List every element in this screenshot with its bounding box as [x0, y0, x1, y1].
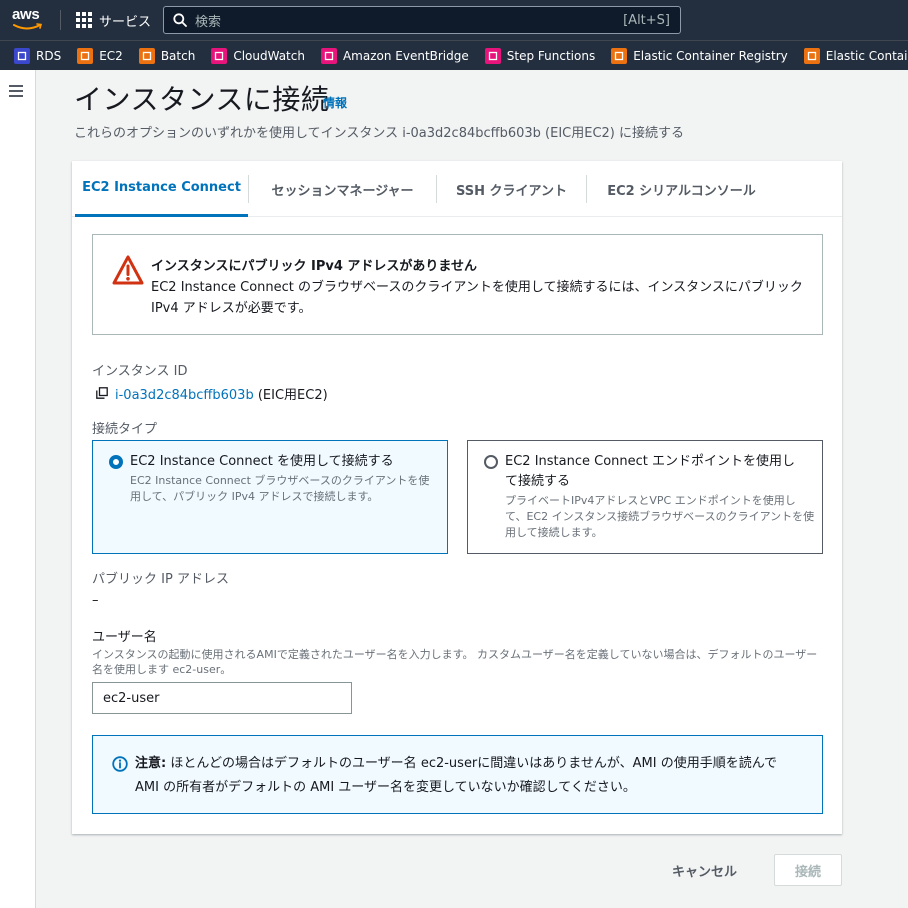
- radio-button-unselected[interactable]: [484, 455, 498, 469]
- ec2-icon: [77, 47, 94, 64]
- favorite-label: EC2: [99, 48, 123, 63]
- instance-name: (EIC用EC2): [253, 388, 328, 403]
- favorites-bar: RDS EC2 Batch CloudWatch Amazon EventBridge S…: [0, 40, 908, 70]
- warning-title: インスタンスにパブリック IPv4 アドレスがありません: [151, 259, 478, 274]
- services-label: サービス: [99, 14, 152, 30]
- page-subtitle: これらのオプションのいずれかを使用してインスタンス i-0a3d2c84bcff…: [74, 126, 685, 141]
- grid-icon: [76, 12, 92, 28]
- top-navigation: aws サービス 検索 [Alt+S]: [0, 0, 908, 40]
- favorite-step-functions[interactable]: Step Functions: [484, 47, 596, 64]
- batch-icon: [138, 47, 155, 64]
- favorite-label: RDS: [36, 48, 62, 63]
- step-functions-icon: [484, 47, 501, 64]
- aws-logo-text: aws: [12, 6, 40, 23]
- username-help-text: インスタンスの起動に使用されるAMIで定義されたユーザー名を入力します。 カスタ…: [92, 648, 818, 676]
- aws-logo[interactable]: aws: [12, 6, 48, 34]
- tab-ec2-instance-connect[interactable]: EC2 Instance Connect: [75, 161, 248, 217]
- public-ip-value: –: [92, 593, 99, 608]
- note-prefix: 注意:: [135, 756, 167, 771]
- warning-message: EC2 Instance Connect のブラウザベースのクライアントを使用し…: [151, 280, 803, 316]
- option-description: EC2 Instance Connect ブラウザベースのクライアントを使用して…: [130, 474, 430, 503]
- favorite-cloudwatch[interactable]: CloudWatch: [211, 47, 305, 64]
- favorite-ecr[interactable]: Elastic Container Registry: [611, 47, 788, 64]
- info-link[interactable]: 情報: [323, 94, 347, 111]
- eventbridge-icon: [320, 47, 337, 64]
- tab-ec2-serial-console[interactable]: EC2 シリアルコンソール: [587, 161, 776, 217]
- cloudwatch-icon: [211, 47, 228, 64]
- favorite-label: Step Functions: [506, 48, 596, 63]
- connection-option-eic-endpoint[interactable]: EC2 Instance Connect エンドポイントを使用して接続する プラ…: [467, 440, 823, 554]
- info-icon: [112, 756, 128, 772]
- favorite-rds[interactable]: RDS: [14, 47, 62, 64]
- warning-icon: [112, 255, 144, 285]
- note-body: ほとんどの場合はデフォルトのユーザー名 ec2-userに間違いはありませんが、…: [135, 756, 778, 795]
- cancel-button[interactable]: キャンセル: [672, 855, 737, 885]
- ecr-icon: [611, 47, 628, 64]
- no-public-ip-warning: インスタンスにパブリック IPv4 アドレスがありません EC2 Instanc…: [92, 234, 823, 335]
- option-description: プライベートIPv4アドレスとVPC エンドポイントを使用して、EC2 インスタ…: [505, 494, 815, 539]
- favorite-batch[interactable]: Batch: [138, 47, 196, 64]
- side-navigation-collapsed: [0, 70, 36, 908]
- radio-button-selected[interactable]: [109, 455, 123, 469]
- ecs-icon: [803, 47, 820, 64]
- page-title: インスタンスに接続: [74, 83, 330, 116]
- instance-id-link[interactable]: i-0a3d2c84bcffb603b: [115, 388, 254, 403]
- connect-panel: EC2 Instance Connect セッションマネージャー SSH クライ…: [72, 161, 842, 834]
- aws-smile-icon: [13, 23, 43, 30]
- search-icon: [173, 13, 187, 27]
- search-placeholder: 検索: [195, 14, 222, 30]
- favorite-label: CloudWatch: [233, 48, 305, 63]
- copy-icon[interactable]: [96, 387, 108, 399]
- connection-type-label: 接続タイプ: [92, 422, 158, 437]
- public-ip-label: パブリック IP アドレス: [92, 572, 229, 587]
- connect-method-tabs: EC2 Instance Connect セッションマネージャー SSH クライ…: [72, 161, 842, 217]
- username-input[interactable]: ec2-user: [92, 682, 352, 714]
- instance-id-label: インスタンス ID: [92, 364, 188, 379]
- option-title: EC2 Instance Connect を使用して接続する: [130, 454, 394, 469]
- username-info-note: 注意: ほとんどの場合はデフォルトのユーザー名 ec2-userに間違いはありま…: [92, 735, 823, 814]
- favorite-label: Batch: [160, 48, 196, 63]
- hamburger-menu-icon[interactable]: [9, 85, 23, 97]
- username-label: ユーザー名: [92, 630, 157, 645]
- favorite-eventbridge[interactable]: Amazon EventBridge: [320, 47, 469, 64]
- favorite-label: Elastic Container Registry: [633, 48, 788, 63]
- favorite-label: Elastic Container Service: [825, 48, 908, 63]
- rds-icon: [14, 47, 30, 64]
- search-input[interactable]: 検索 [Alt+S]: [163, 6, 681, 34]
- connect-button[interactable]: 接続: [774, 854, 842, 886]
- connection-option-ec2-instance-connect[interactable]: EC2 Instance Connect を使用して接続する EC2 Insta…: [92, 440, 448, 554]
- tab-session-manager[interactable]: セッションマネージャー: [249, 161, 436, 217]
- option-title: EC2 Instance Connect エンドポイントを使用して接続する: [505, 454, 796, 489]
- search-shortcut-hint: [Alt+S]: [623, 12, 670, 28]
- favorite-label: Amazon EventBridge: [342, 48, 469, 63]
- services-menu-button[interactable]: サービス: [76, 10, 151, 30]
- note-message: 注意: ほとんどの場合はデフォルトのユーザー名 ec2-userに間違いはありま…: [135, 752, 805, 800]
- favorite-ec2[interactable]: EC2: [77, 47, 123, 64]
- tab-ssh-client[interactable]: SSH クライアント: [437, 161, 586, 217]
- nav-divider: [60, 10, 61, 30]
- instance-id-value: i-0a3d2c84bcffb603b (EIC用EC2): [115, 384, 328, 403]
- favorite-ecs[interactable]: Elastic Container Service: [803, 47, 908, 64]
